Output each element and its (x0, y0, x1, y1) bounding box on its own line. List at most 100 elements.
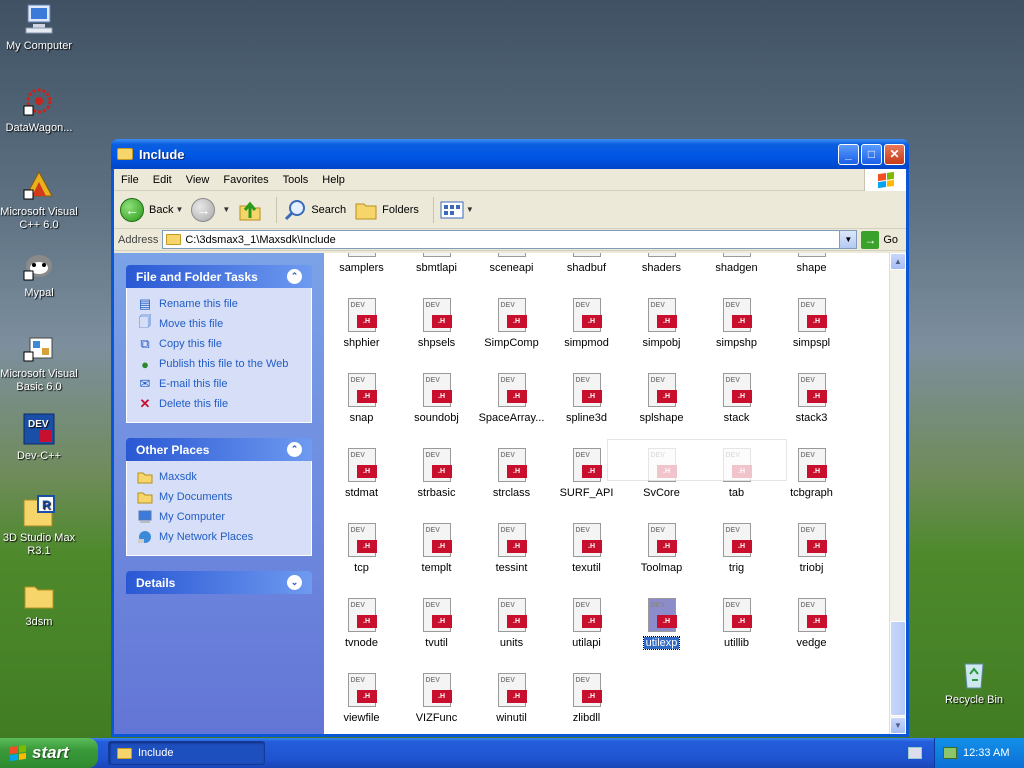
up-folder-button[interactable] (238, 198, 262, 222)
file-item[interactable]: DEV.H sbmtlapi (399, 253, 474, 274)
chevron-up-icon[interactable]: ⌃ (287, 442, 302, 457)
task-email[interactable]: ✉ E-mail this file (137, 374, 301, 394)
file-item[interactable]: DEV .H shphier (324, 298, 399, 349)
go-button[interactable]: → Go (857, 230, 906, 249)
file-item[interactable]: DEV .H tvnode (324, 598, 399, 649)
search-button[interactable]: Search (283, 198, 346, 222)
task-rename[interactable]: ▤ Rename this file (137, 294, 301, 314)
file-item[interactable]: DEV .H utilapi (549, 598, 624, 649)
taskbar-window-include[interactable]: Include (108, 741, 265, 765)
file-item[interactable]: DEV .H utillib (699, 598, 774, 649)
file-item[interactable]: DEV .H winutil (474, 673, 549, 724)
desktop-icon-mypal[interactable]: Mypal (0, 249, 79, 300)
place-my-network[interactable]: My Network Places (137, 527, 301, 547)
chevron-up-icon[interactable]: ⌃ (287, 269, 302, 284)
desktop-icon-3dsm[interactable]: 3dsm (0, 578, 79, 629)
chevron-down-icon[interactable]: ▼ (222, 205, 230, 214)
file-item[interactable]: DEV .H tvutil (399, 598, 474, 649)
place-my-documents[interactable]: My Documents (137, 487, 301, 507)
file-item[interactable]: DEV .H tessint (474, 523, 549, 574)
file-item[interactable]: DEV .H trig (699, 523, 774, 574)
details-header[interactable]: Details ⌄ (126, 571, 312, 594)
file-item[interactable]: DEV .H simpmod (549, 298, 624, 349)
scroll-down-button[interactable]: ▼ (890, 717, 906, 734)
menu-tools[interactable]: Tools (276, 174, 316, 186)
file-item[interactable]: DEV .H simpobj (624, 298, 699, 349)
desktop-icon-dev-cpp[interactable]: DEV Dev-C++ (0, 412, 79, 463)
title-bar[interactable]: Include _ □ ✕ (111, 139, 909, 169)
file-item[interactable]: DEV.H shaders (624, 253, 699, 274)
menu-help[interactable]: Help (315, 174, 352, 186)
clock[interactable]: 12:33 AM (963, 747, 1009, 759)
file-item[interactable]: DEV .H strbasic (399, 448, 474, 499)
file-item[interactable]: DEV .H strclass (474, 448, 549, 499)
scroll-thumb[interactable] (890, 621, 906, 716)
file-item[interactable]: DEV .H units (474, 598, 549, 649)
file-item[interactable]: DEV.H sceneapi (474, 253, 549, 274)
file-item[interactable]: DEV.H shadbuf (549, 253, 624, 274)
desktop-icon-visual-basic[interactable]: Microsoft Visual Basic 6.0 (0, 330, 79, 394)
file-item[interactable]: DEV .H viewfile (324, 673, 399, 724)
file-item[interactable]: DEV .H shpsels (399, 298, 474, 349)
file-item[interactable]: DEV .H stack3 (774, 373, 849, 424)
desktop-icon-my-computer[interactable]: My Computer (0, 2, 79, 53)
address-input[interactable]: C:\3dsmax3_1\Maxsdk\Include ▼ (162, 230, 858, 249)
chevron-down-icon[interactable]: ▼ (839, 231, 857, 248)
file-item[interactable]: DEV.H shadgen (699, 253, 774, 274)
desktop-icon-recycle-bin[interactable]: Recycle Bin (934, 656, 1014, 707)
menu-file[interactable]: File (114, 174, 146, 186)
forward-button[interactable]: → ▼ (191, 197, 230, 222)
place-my-computer[interactable]: My Computer (137, 507, 301, 527)
chevron-down-icon[interactable]: ▼ (466, 205, 474, 214)
file-item[interactable]: DEV .H vedge (774, 598, 849, 649)
file-item[interactable]: DEV .H splshape (624, 373, 699, 424)
file-item[interactable]: DEV .H stack (699, 373, 774, 424)
menu-view[interactable]: View (179, 174, 217, 186)
file-item[interactable]: DEV .H SimpComp (474, 298, 549, 349)
views-button[interactable]: ▼ (440, 200, 474, 220)
file-item[interactable]: DEV .H VIZFunc (399, 673, 474, 724)
other-places-header[interactable]: Other Places ⌃ (126, 438, 312, 461)
file-item[interactable]: DEV .H tcp (324, 523, 399, 574)
file-item[interactable]: DEV .H SpaceArray... (474, 373, 549, 424)
task-copy[interactable]: ⧉ Copy this file (137, 334, 301, 354)
file-item[interactable]: DEV .H simpspl (774, 298, 849, 349)
keyboard-icon[interactable] (908, 747, 922, 759)
file-list-view[interactable]: DEV.HsamplersDEV.HsbmtlapiDEV.HsceneapiD… (324, 253, 906, 734)
file-folder-tasks-header[interactable]: File and Folder Tasks ⌃ (126, 265, 312, 288)
folders-button[interactable]: Folders (354, 198, 419, 222)
file-item[interactable]: DEV .H snap (324, 373, 399, 424)
maximize-button[interactable]: □ (861, 143, 882, 165)
file-item[interactable]: DEV.H samplers (324, 253, 399, 274)
scroll-up-button[interactable]: ▲ (890, 253, 906, 270)
chevron-down-icon[interactable]: ▼ (175, 205, 183, 214)
file-item[interactable]: DEV .H texutil (549, 523, 624, 574)
file-item[interactable]: DEV .H spline3d (549, 373, 624, 424)
back-button[interactable]: ← Back ▼ (120, 197, 183, 222)
minimize-button[interactable]: _ (838, 143, 859, 165)
chevron-down-icon[interactable]: ⌄ (287, 575, 302, 590)
file-item[interactable]: DEV .H Toolmap (624, 523, 699, 574)
task-move[interactable]: 🗍 Move this file (137, 314, 301, 334)
place-maxsdk[interactable]: Maxsdk (137, 467, 301, 487)
task-publish-web[interactable]: ● Publish this file to the Web (137, 354, 301, 374)
vertical-scrollbar[interactable]: ▲ ▼ (889, 253, 906, 734)
header-file-icon: DEV .H (572, 598, 602, 632)
file-item[interactable]: DEV .H soundobj (399, 373, 474, 424)
desktop-icon-3dsmax[interactable]: R 3D Studio Max R3.1 (0, 494, 79, 558)
file-item[interactable]: DEV .H utilexp (624, 598, 699, 650)
menu-favorites[interactable]: Favorites (216, 174, 275, 186)
desktop-icon-datawagon[interactable]: DataWagon... (0, 84, 79, 135)
file-item[interactable]: DEV .H templt (399, 523, 474, 574)
desktop-icon-visual-cpp[interactable]: Microsoft Visual C++ 6.0 (0, 168, 79, 232)
start-button[interactable]: start (0, 738, 98, 768)
file-item[interactable]: DEV .H simpshp (699, 298, 774, 349)
menu-edit[interactable]: Edit (146, 174, 179, 186)
close-button[interactable]: ✕ (884, 143, 905, 165)
file-item[interactable]: DEV.H shape (774, 253, 849, 274)
file-item[interactable]: DEV .H zlibdll (549, 673, 624, 724)
file-item[interactable]: DEV .H triobj (774, 523, 849, 574)
network-tray-icon[interactable] (943, 747, 957, 759)
task-delete[interactable]: ✕ Delete this file (137, 394, 301, 414)
file-item[interactable]: DEV .H stdmat (324, 448, 399, 499)
